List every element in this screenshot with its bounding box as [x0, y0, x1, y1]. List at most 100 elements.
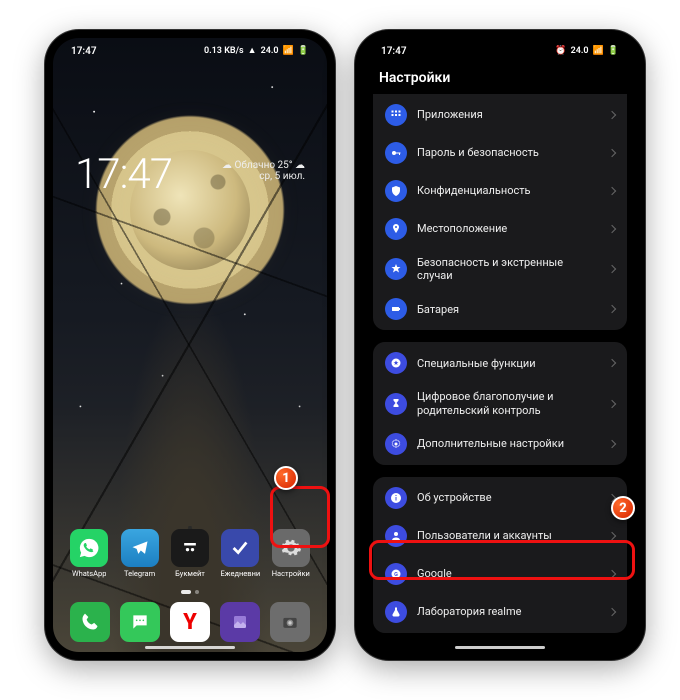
chevron-right-icon — [608, 440, 616, 448]
gallery-icon — [220, 602, 260, 642]
settings-row-location[interactable]: Местоположение — [373, 210, 627, 248]
chevron-right-icon — [608, 532, 616, 540]
date-text: ср, 5 июл. — [222, 171, 305, 182]
chevron-right-icon — [608, 608, 616, 616]
home-apps-row: WhatsApp Telegram Букмейт Ежедневни — [53, 529, 327, 578]
settings-row-emerg[interactable]: Безопасность и экстренные случаи — [373, 248, 627, 290]
settings-row-passsec[interactable]: Пароль и безопасность — [373, 134, 627, 172]
chevron-right-icon — [608, 111, 616, 119]
settings-row-privacy[interactable]: Конфиденциальность — [373, 172, 627, 210]
lab-icon — [385, 601, 407, 623]
status-bar: 17:47 ⏰ 24.0 📶 🔋 — [363, 38, 637, 64]
dock-camera[interactable] — [265, 602, 315, 642]
chevron-right-icon — [608, 225, 616, 233]
svg-text:G: G — [394, 572, 398, 578]
gear-icon — [272, 529, 310, 567]
digi-icon — [385, 393, 407, 415]
battery-icon: 🔋 — [298, 47, 309, 56]
emerg-icon — [385, 258, 407, 280]
gesture-bar[interactable] — [145, 646, 235, 649]
settings-row-label: Пользователи и аккаунты — [417, 529, 599, 542]
settings-row-digi[interactable]: Цифровое благополучие и родительский кон… — [373, 382, 627, 424]
settings-group-1: Приложения Пароль и безопасность Конфиденц… — [373, 94, 627, 330]
settings-row-battery[interactable]: Батарея — [373, 290, 627, 328]
addl-icon — [385, 433, 407, 455]
camera-icon — [270, 602, 310, 642]
settings-row-about[interactable]: Об устройстве — [373, 479, 627, 517]
gesture-bar[interactable] — [455, 646, 545, 649]
settings-list[interactable]: Приложения Пароль и безопасность Конфиденц… — [363, 98, 637, 644]
clock-time: 17:47 — [75, 150, 172, 199]
settings-row-label: Приложения — [417, 108, 599, 121]
settings-row-label: Об устройстве — [417, 491, 599, 504]
chevron-right-icon — [608, 305, 616, 313]
app-whatsapp[interactable]: WhatsApp — [65, 529, 113, 578]
settings-row-google[interactable]: G Google — [373, 555, 627, 593]
settings-row-special[interactable]: Специальные функции — [373, 344, 627, 382]
page-indicator — [181, 590, 199, 594]
phone-settings: 17:47 ⏰ 24.0 📶 🔋 Настройки Приложения Пар… — [355, 30, 645, 660]
callout-badge-1: 1 — [274, 466, 298, 490]
google-icon: G — [385, 563, 407, 585]
settings-group-3: Об устройстве Пользователи и аккаунты G Goo… — [373, 477, 627, 633]
phone-home: 17:47 0.13 KB/s ▲ 24.0 📶 🔋 17:47 ☁ Облач… — [45, 30, 335, 660]
settings-row-label: Пароль и безопасность — [417, 146, 599, 159]
users-icon — [385, 525, 407, 547]
location-icon — [385, 218, 407, 240]
settings-group-2: Специальные функции Цифровое благополучие… — [373, 342, 627, 464]
app-settings[interactable]: Настройки — [267, 529, 315, 578]
app-telegram[interactable]: Telegram — [115, 529, 163, 578]
settings-row-label: Батарея — [417, 303, 599, 316]
message-icon — [120, 602, 160, 642]
settings-row-users[interactable]: Пользователи и аккаунты — [373, 517, 627, 555]
settings-row-addl[interactable]: Дополнительные настройки — [373, 425, 627, 463]
settings-row-label: Google — [417, 567, 599, 580]
weather-text: Облачно 25° — [235, 160, 293, 171]
about-icon — [385, 487, 407, 509]
chevron-right-icon — [608, 187, 616, 195]
app-daily[interactable]: Ежедневни — [216, 529, 264, 578]
chevron-right-icon — [608, 399, 616, 407]
checkmark-icon — [221, 529, 259, 567]
whatsapp-icon — [70, 529, 108, 567]
clock-widget[interactable]: 17:47 — [75, 150, 172, 199]
page-title: Настройки — [379, 70, 450, 86]
settings-row-lab[interactable]: Лаборатория realme — [373, 593, 627, 631]
callout-badge-2: 2 — [611, 496, 635, 520]
settings-row-label: Конфиденциальность — [417, 184, 599, 197]
status-time: 17:47 — [381, 46, 407, 57]
chevron-right-icon — [608, 570, 616, 578]
chevron-right-icon — [608, 359, 616, 367]
settings-row-apps[interactable]: Приложения — [373, 96, 627, 134]
privacy-icon — [385, 180, 407, 202]
chevron-right-icon — [608, 149, 616, 157]
home-screen: 17:47 0.13 KB/s ▲ 24.0 📶 🔋 17:47 ☁ Облач… — [53, 38, 327, 652]
phone-icon — [70, 602, 110, 642]
weather-widget[interactable]: ☁ Облачно 25° ☁ ср, 5 июл. — [222, 160, 305, 182]
settings-row-label: Местоположение — [417, 222, 599, 235]
chevron-right-icon — [608, 265, 616, 273]
settings-row-label: Специальные функции — [417, 357, 599, 370]
bukmeit-icon — [171, 529, 209, 567]
dock: Y — [53, 602, 327, 642]
dock-phone[interactable] — [65, 602, 115, 642]
settings-row-label: Лаборатория realme — [417, 605, 599, 618]
status-bar: 17:47 0.13 KB/s ▲ 24.0 📶 🔋 — [53, 38, 327, 64]
settings-screen: 17:47 ⏰ 24.0 📶 🔋 Настройки Приложения Пар… — [363, 38, 637, 652]
battery-icon: 🔋 — [608, 47, 619, 56]
telegram-icon — [121, 529, 159, 567]
dock-sms[interactable] — [115, 602, 165, 642]
app-bukmeit[interactable]: Букмейт — [166, 529, 214, 578]
dock-yandex[interactable]: Y — [165, 602, 215, 642]
special-icon — [385, 352, 407, 374]
dock-gallery[interactable] — [215, 602, 265, 642]
settings-row-label: Цифровое благополучие и родительский кон… — [417, 390, 599, 416]
yandex-icon: Y — [170, 602, 210, 642]
passsec-icon — [385, 142, 407, 164]
battery-icon — [385, 298, 407, 320]
status-time: 17:47 — [71, 46, 97, 57]
settings-row-label: Безопасность и экстренные случаи — [417, 256, 599, 282]
apps-icon — [385, 104, 407, 126]
settings-row-label: Дополнительные настройки — [417, 437, 599, 450]
net-speed: 0.13 KB/s — [204, 47, 244, 56]
